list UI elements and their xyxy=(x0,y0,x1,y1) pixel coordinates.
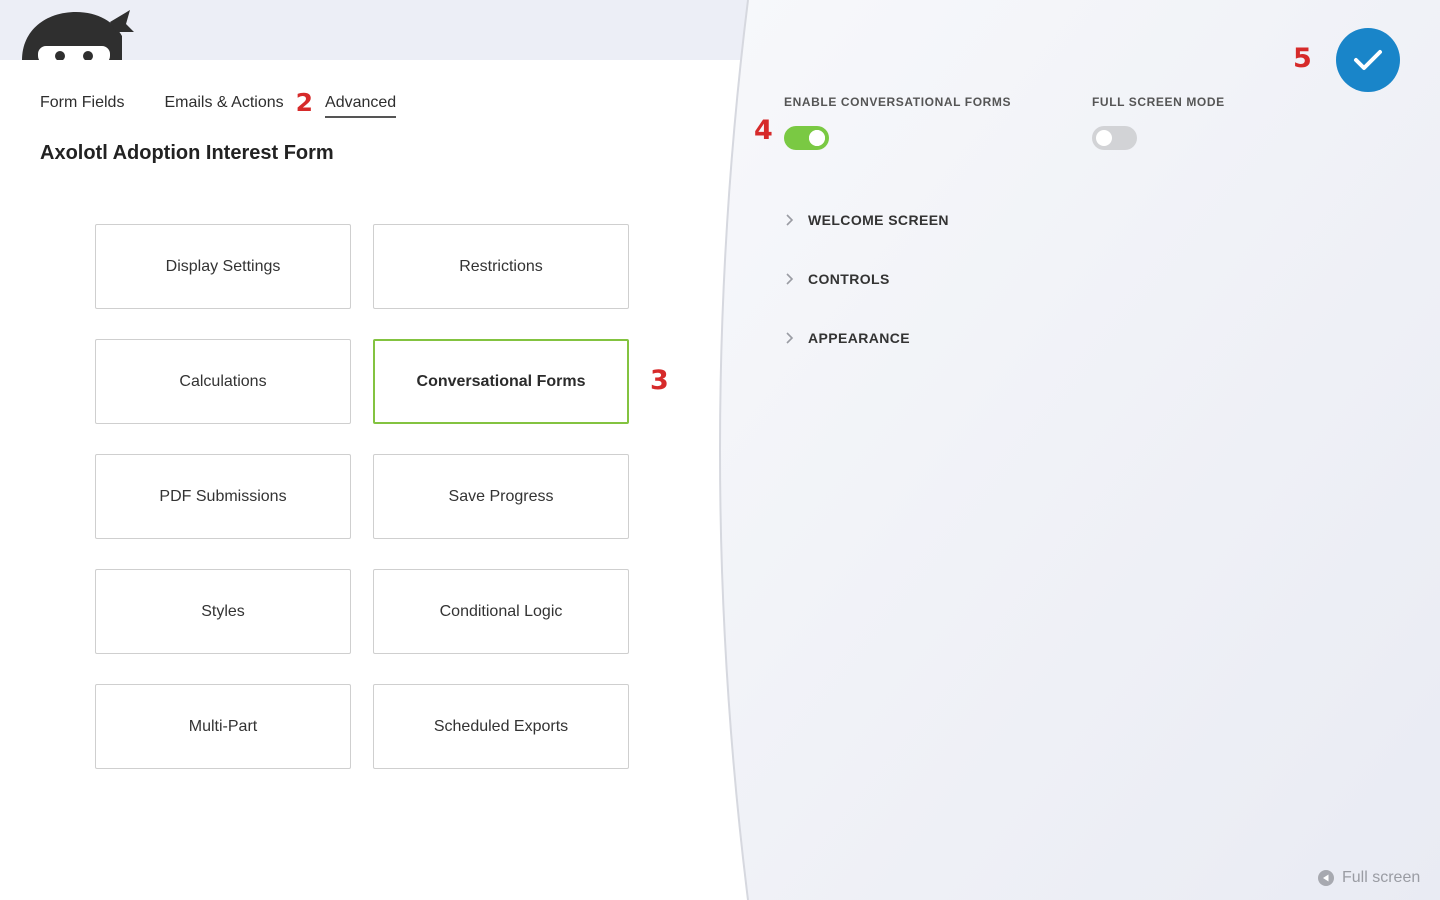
card-conversational-forms[interactable]: Conversational Forms xyxy=(373,339,629,424)
section-label: CONTROLS xyxy=(808,271,890,287)
card-styles[interactable]: Styles xyxy=(95,569,351,654)
card-save-progress[interactable]: Save Progress xyxy=(373,454,629,539)
card-calculations[interactable]: Calculations xyxy=(95,339,351,424)
enable-conversational-toggle[interactable] xyxy=(784,126,829,150)
section-appearance[interactable]: APPEARANCE xyxy=(782,330,910,346)
card-scheduled-exports[interactable]: Scheduled Exports xyxy=(373,684,629,769)
builder-tabs: Form Fields Emails & Actions 2 Advanced xyxy=(40,88,397,118)
annotation-5: 5 xyxy=(1293,43,1312,74)
full-screen-mode-label: FULL SCREEN MODE xyxy=(1092,95,1225,109)
full-screen-link[interactable]: Full screen xyxy=(1318,869,1420,887)
card-multi-part[interactable]: Multi-Part xyxy=(95,684,351,769)
tab-advanced[interactable]: Advanced xyxy=(325,94,397,118)
checkmark-icon xyxy=(1354,50,1382,70)
tab-emails-actions[interactable]: Emails & Actions xyxy=(164,94,283,118)
section-label: WELCOME SCREEN xyxy=(808,212,949,228)
toggle-knob xyxy=(1096,130,1112,146)
section-controls[interactable]: CONTROLS xyxy=(782,271,890,287)
card-restrictions[interactable]: Restrictions xyxy=(373,224,629,309)
chevron-right-icon xyxy=(786,273,794,285)
tab-form-fields[interactable]: Form Fields xyxy=(40,94,124,118)
form-title: Axolotl Adoption Interest Form xyxy=(40,142,334,164)
confirm-button[interactable] xyxy=(1336,28,1400,92)
chevron-right-icon xyxy=(786,214,794,226)
card-display-settings[interactable]: Display Settings xyxy=(95,224,351,309)
annotation-4: 4 xyxy=(754,115,773,146)
toggle-knob xyxy=(809,130,825,146)
play-circle-icon xyxy=(1318,870,1334,886)
section-welcome-screen[interactable]: WELCOME SCREEN xyxy=(782,212,949,228)
chevron-right-icon xyxy=(786,332,794,344)
card-conditional-logic[interactable]: Conditional Logic xyxy=(373,569,629,654)
full-screen-mode-toggle[interactable] xyxy=(1092,126,1137,150)
card-pdf-submissions[interactable]: PDF Submissions xyxy=(95,454,351,539)
section-label: APPEARANCE xyxy=(808,330,911,346)
annotation-3: 3 xyxy=(650,365,669,396)
full-screen-label: Full screen xyxy=(1342,869,1421,886)
enable-conversational-label: ENABLE CONVERSATIONAL FORMS xyxy=(784,95,1012,109)
annotation-2: 2 xyxy=(295,88,314,117)
ninja-logo-icon xyxy=(22,10,134,60)
